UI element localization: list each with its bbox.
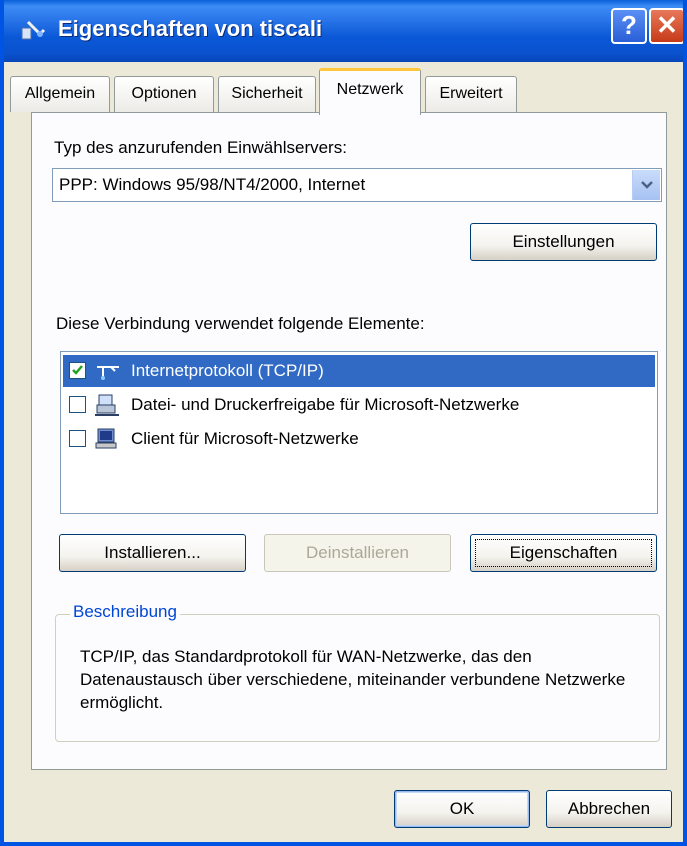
list-item[interactable]: Datei- und Druckerfreigabe für Microsoft… (63, 389, 655, 421)
help-button[interactable]: ? (611, 8, 647, 44)
close-button[interactable]: ✕ (649, 8, 683, 44)
tab-netzwerk[interactable]: Netzwerk (319, 68, 421, 115)
description-legend: Beschreibung (70, 602, 180, 622)
tab-sicherheit[interactable]: Sicherheit (218, 76, 316, 112)
list-item[interactable]: Client für Microsoft-Netzwerke (63, 423, 655, 455)
install-button[interactable]: Installieren... (59, 534, 246, 572)
description-text: TCP/IP, das Standardprotokoll für WAN-Ne… (80, 647, 626, 712)
server-type-value: PPP: Windows 95/98/NT4/2000, Internet (59, 175, 366, 194)
list-item-label: Client für Microsoft-Netzwerke (131, 429, 359, 448)
window-title: Eigenschaften von tiscali (58, 16, 323, 41)
server-type-select[interactable]: PPP: Windows 95/98/NT4/2000, Internet (52, 168, 662, 202)
network-protocol-icon (97, 366, 119, 380)
components-list[interactable]: Internetprotokoll (TCP/IP) Datei- und Dr… (60, 351, 658, 514)
checkbox-unchecked[interactable] (69, 430, 86, 447)
properties-dialog: Eigenschaften von tiscali ? ✕ Allgemein … (0, 0, 687, 846)
settings-button[interactable]: Einstellungen (470, 223, 657, 261)
tab-allgemein[interactable]: Allgemein (10, 76, 110, 112)
properties-button[interactable]: Eigenschaften (470, 534, 657, 572)
tab-erweitert[interactable]: Erweitert (425, 76, 517, 112)
list-item[interactable]: Internetprotokoll (TCP/IP) (63, 355, 655, 387)
cancel-button[interactable]: Abbrechen (546, 790, 672, 828)
uninstall-button[interactable]: Deinstallieren (264, 534, 451, 572)
tab-strip: Allgemein Optionen Sicherheit Netzwerk E… (4, 62, 683, 115)
list-item-label: Datei- und Druckerfreigabe für Microsoft… (131, 395, 520, 414)
network-service-icon (95, 394, 119, 416)
server-type-label: Typ des anzurufenden Einwählservers: (54, 138, 347, 157)
network-connection-icon (21, 20, 46, 40)
chevron-down-icon (641, 181, 653, 189)
checkmark-icon (72, 365, 83, 375)
focus-rect (475, 539, 652, 567)
components-label: Diese Verbindung verwendet folgende Elem… (56, 314, 425, 333)
checkbox-checked[interactable] (69, 362, 86, 379)
dropdown-button[interactable] (632, 170, 660, 200)
ok-button[interactable]: OK (394, 790, 530, 828)
tab-optionen[interactable]: Optionen (114, 76, 214, 112)
list-item-label: Internetprotokoll (TCP/IP) (131, 361, 324, 380)
checkbox-unchecked[interactable] (69, 396, 86, 413)
network-client-icon (95, 428, 117, 449)
title-bar[interactable]: Eigenschaften von tiscali ? ✕ (4, 0, 683, 62)
